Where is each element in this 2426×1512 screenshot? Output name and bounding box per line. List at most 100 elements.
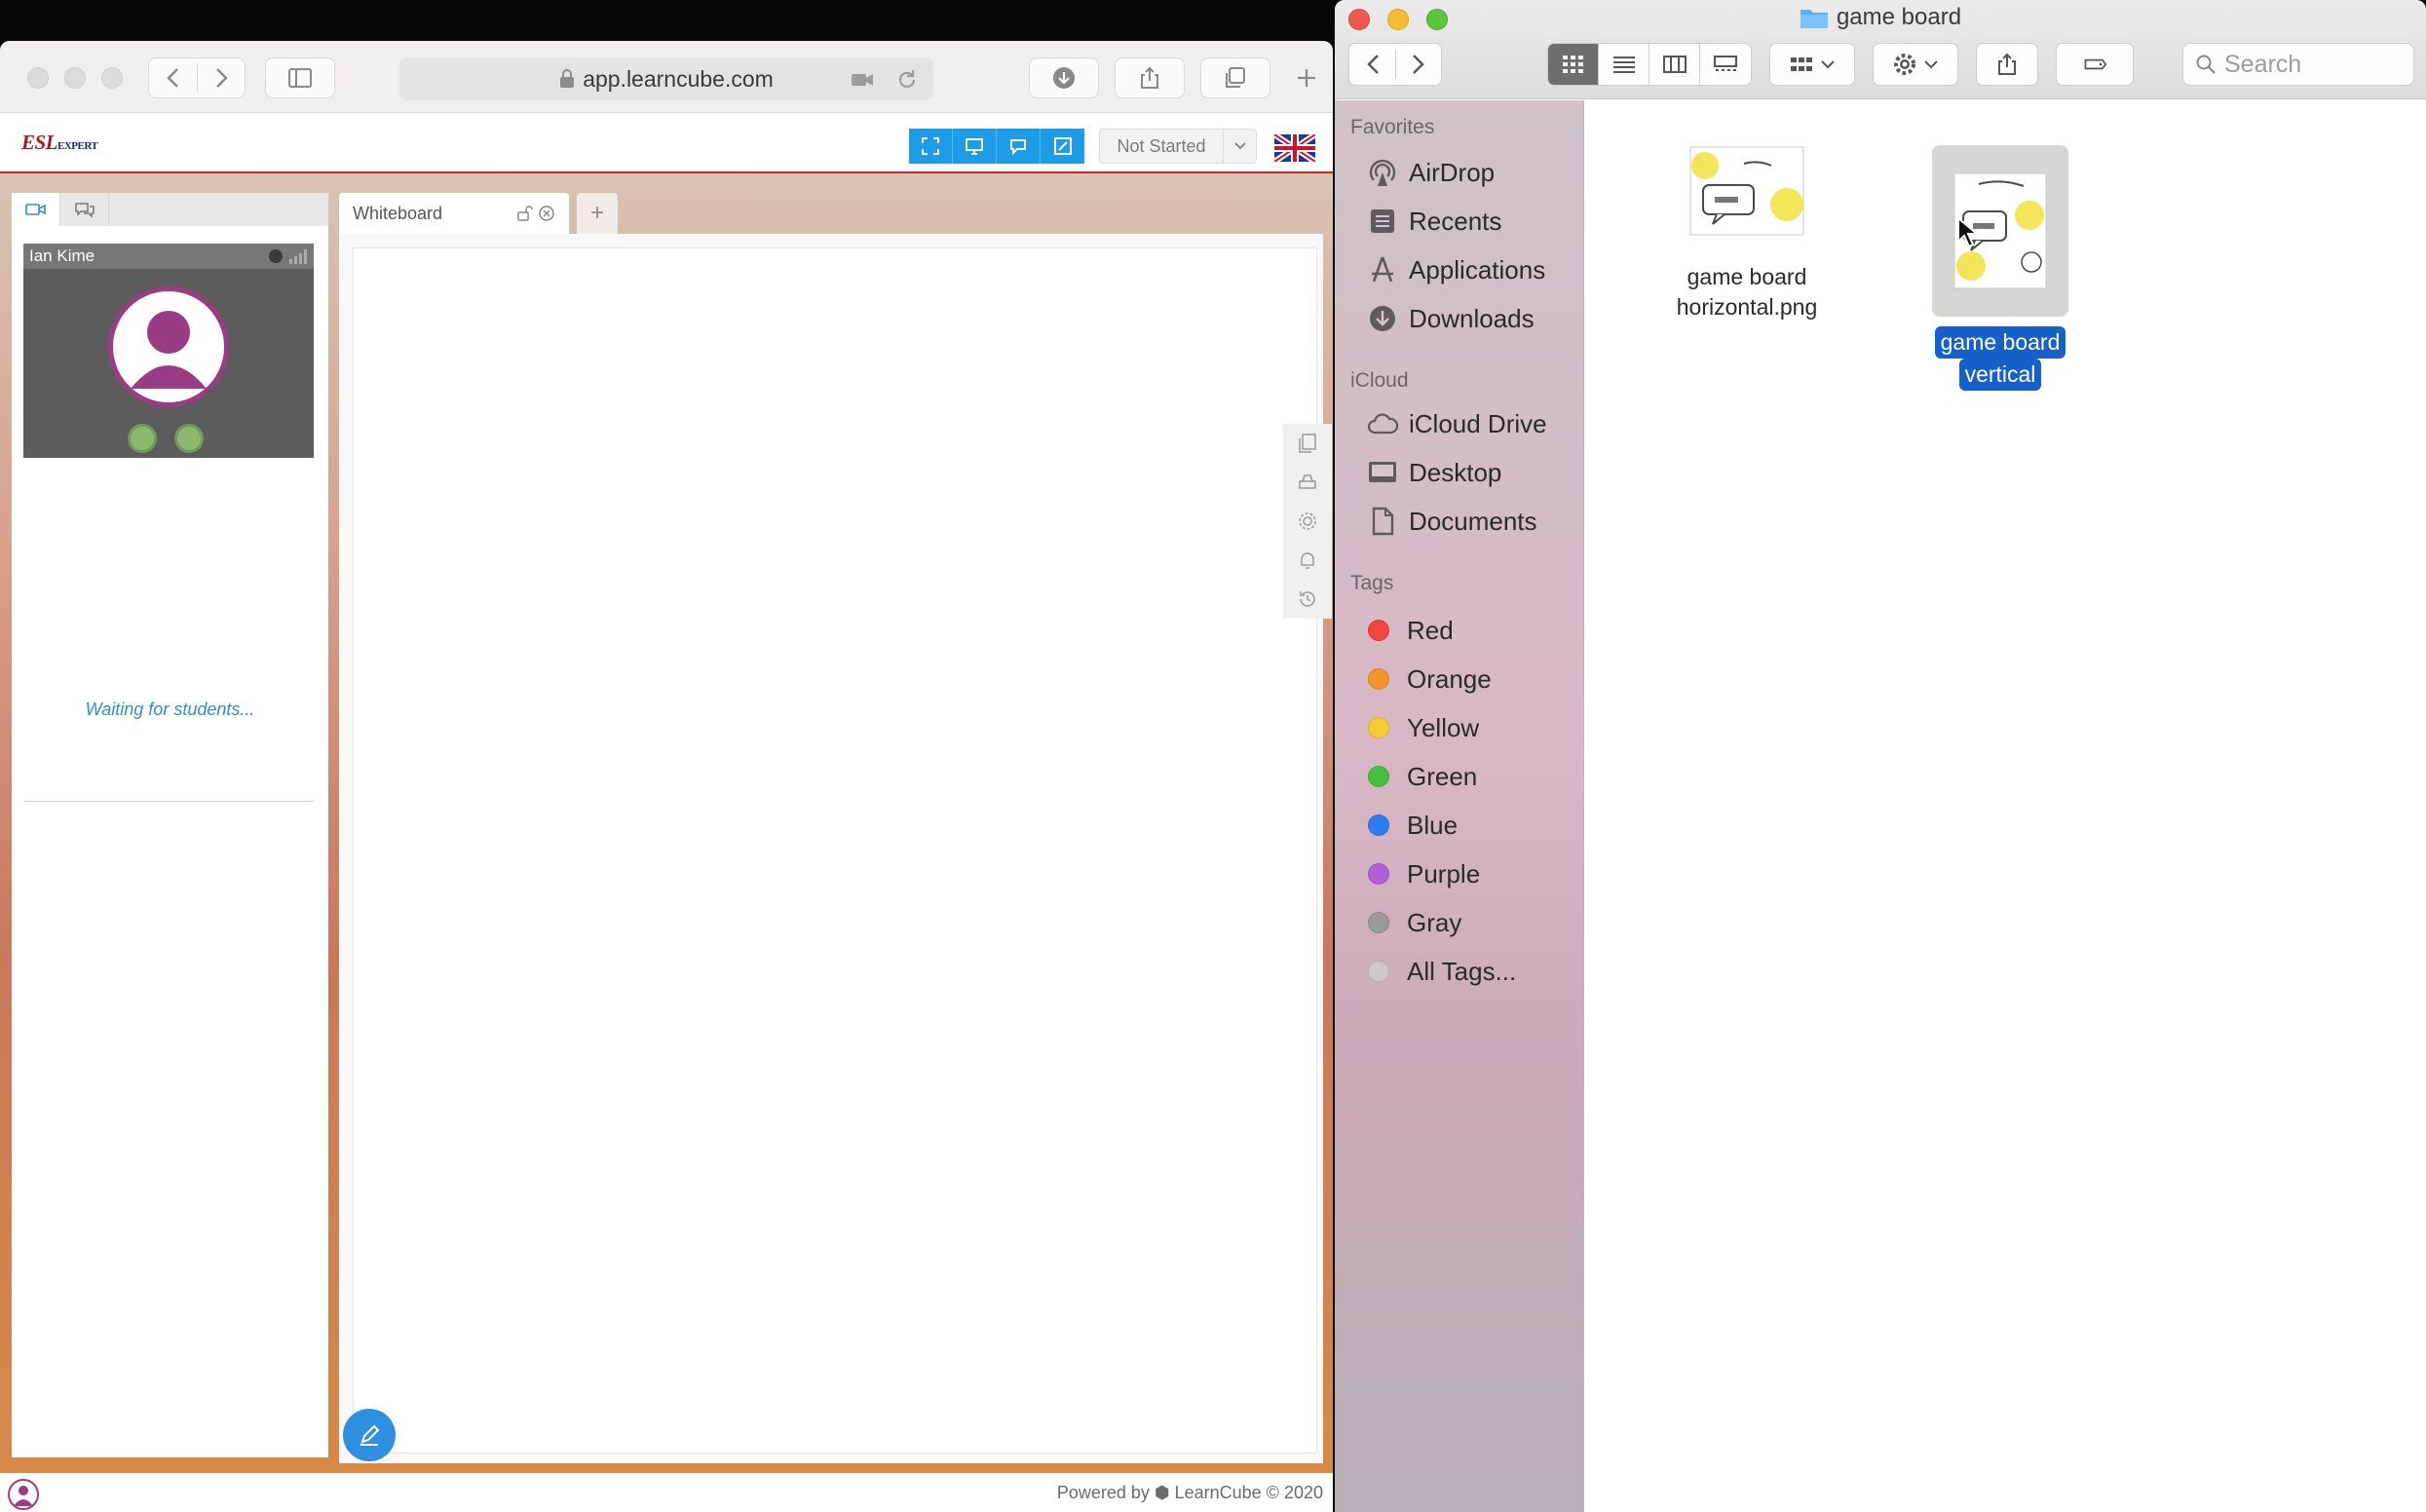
chevron-right-icon[interactable] [1404,52,1429,77]
sidebar-tag-purple[interactable]: Purple [1362,854,1480,893]
safari-toolbar: app.learncube.com [0,41,1333,113]
fullscreen-button[interactable] [909,129,953,164]
download-icon [1053,67,1075,89]
image-thumbnail-icon [1689,146,1804,236]
sidebar-item-documents[interactable]: Documents [1366,502,1537,541]
tab-video[interactable] [12,193,60,226]
powered-by-text: Powered by ⬢ LearnCube © 2020 [1056,1483,1323,1502]
sidebar-item-label: AirDrop [1409,157,1496,187]
tag-color-dot-icon [1368,668,1389,690]
tags-button[interactable] [2056,43,2134,86]
tabs-overview-button[interactable] [1200,57,1270,98]
share-icon [1141,66,1158,89]
eraser-icon[interactable] [1297,472,1318,493]
file-name-line: vertical [1958,359,2042,391]
camera-status-icon[interactable] [174,424,204,453]
gallery-view-button[interactable] [1700,44,1751,85]
participant-avatar [108,286,229,407]
sidebar-toggle-button[interactable] [265,57,335,98]
close-tab-icon[interactable] [538,205,555,222]
sidebar-item-label: Documents [1409,506,1537,536]
file-item-horizontal[interactable]: game board horizontal.png [1649,130,1844,322]
sidebar-tag-orange[interactable]: Orange [1362,660,1492,699]
sidebar-item-label: Red [1407,615,1454,645]
new-tab-button[interactable] [1284,57,1329,98]
history-icon[interactable] [1297,588,1318,610]
sidebar-tag-blue[interactable]: Blue [1362,806,1458,845]
share-button[interactable] [1976,43,2038,86]
share-button[interactable] [1115,57,1185,98]
chevron-left-icon[interactable] [1362,52,1387,77]
sidebar-item-applications[interactable]: Applications [1366,250,1545,289]
tab-chat[interactable] [60,193,109,226]
address-bar[interactable]: app.learncube.com [399,57,933,100]
drawing-tools-button[interactable] [343,1409,396,1461]
unlock-icon[interactable] [516,205,534,222]
search-input[interactable] [2224,50,2400,79]
sidebar-item-icloud-drive[interactable]: iCloud Drive [1366,404,1547,443]
tag-color-dot-icon [1368,814,1389,836]
url-text: app.learncube.com [583,65,774,92]
file-thumbnail[interactable] [1679,130,1815,252]
sidebar-item-desktop[interactable]: Desktop [1366,453,1501,492]
safari-window: app.learncube.com ESLEXPERT Not Started … [0,41,1333,1512]
back-forward-buttons[interactable] [148,57,246,98]
chevron-left-icon[interactable] [162,65,187,91]
list-view-button[interactable] [1599,44,1649,85]
finder-back-forward[interactable] [1348,43,1442,86]
sidebar-tag-green[interactable]: Green [1362,757,1477,796]
sidebar-tag-all-tags[interactable]: All Tags... [1362,952,1516,991]
file-item-vertical[interactable]: game board vertical [1903,145,2098,391]
screen-view-button[interactable] [953,129,997,164]
sidebar-item-label: iCloud Drive [1409,408,1547,438]
esl-expert-logo[interactable]: ESLEXPERT [21,131,98,155]
add-whiteboard-tab-button[interactable]: + [577,193,619,234]
monitor-icon [966,138,983,155]
uk-flag-icon[interactable] [1274,134,1315,162]
finder-search-field[interactable] [2182,43,2414,86]
sidebar-tag-red[interactable]: Red [1362,611,1454,650]
view-mode-group [909,129,1084,164]
fullscreen-icon [922,137,939,155]
chat-view-button[interactable] [997,129,1041,164]
sidebar-tag-gray[interactable]: Gray [1362,903,1461,942]
icon-view-button[interactable] [1548,44,1599,85]
file-thumbnail-selected[interactable] [1932,145,2068,317]
folder-icon [1800,10,1828,28]
class-status-select[interactable]: Not Started [1099,129,1257,164]
tab-whiteboard[interactable]: Whiteboard [339,193,570,234]
chevron-down-icon [1821,60,1835,69]
sidebar-tag-yellow[interactable]: Yellow [1362,708,1479,747]
user-avatar[interactable] [8,1479,39,1510]
sidebar-item-label: Gray [1407,907,1462,937]
downloads-button[interactable] [1029,57,1099,98]
copy-page-icon[interactable] [1297,433,1318,454]
record-dot-icon [269,249,283,263]
group-by-button[interactable] [1769,43,1855,86]
zoom-window-button[interactable] [101,67,123,89]
microphone-status-icon[interactable] [128,424,157,453]
reload-icon[interactable] [894,67,920,93]
edit-icon [1053,137,1072,155]
icloud-header: iCloud [1350,369,1409,392]
sidebar-item-label: Yellow [1407,712,1480,742]
whiteboard-canvas[interactable] [353,247,1332,1454]
tag-icon [2084,58,2107,70]
airdrop-icon [1369,159,1396,186]
camera-icon[interactable] [850,67,875,93]
action-menu-button[interactable] [1873,43,1958,86]
sidebar-item-downloads[interactable]: Downloads [1366,299,1535,338]
bell-icon[interactable] [1297,549,1318,571]
sidebar-icon [288,68,312,88]
recents-icon [1371,209,1394,233]
chevron-right-icon[interactable] [208,65,233,91]
whiteboard-view-button[interactable] [1041,129,1084,164]
sidebar-item-airdrop[interactable]: AirDrop [1366,153,1495,192]
gear-icon[interactable] [1297,510,1318,532]
column-view-button[interactable] [1649,44,1700,85]
sidebar-item-recents[interactable]: Recents [1366,202,1501,241]
chat-icon [1010,139,1026,156]
minimize-window-button[interactable] [64,67,86,89]
close-window-button[interactable] [27,67,49,89]
sidebar-item-label: Purple [1407,858,1481,888]
